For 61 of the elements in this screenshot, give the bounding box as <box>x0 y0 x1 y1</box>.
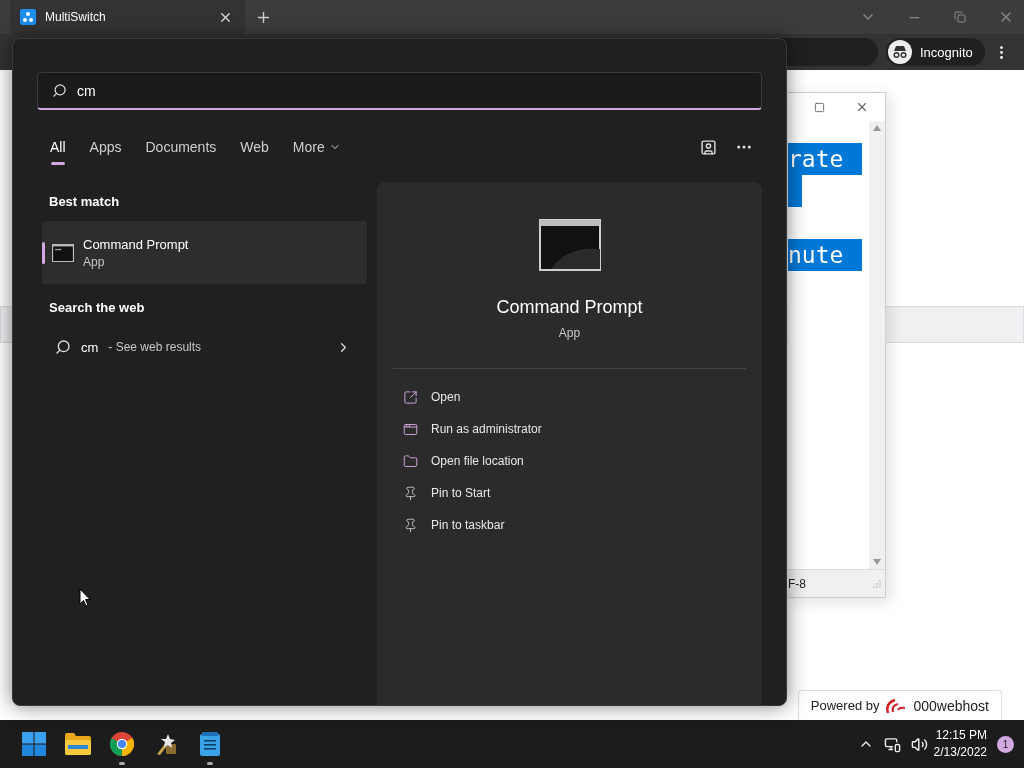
browser-icon[interactable] <box>110 732 134 756</box>
browser-tab[interactable]: MultiSwitch <box>10 0 245 34</box>
wand-icon[interactable] <box>154 732 178 756</box>
network-icon[interactable] <box>883 735 901 753</box>
filter-tab[interactable]: Web <box>228 131 281 163</box>
web-query: cm <box>81 339 99 355</box>
volume-icon[interactable] <box>910 735 928 753</box>
filter-tab[interactable]: More <box>280 131 353 163</box>
resize-grip-icon <box>873 579 881 588</box>
result-item[interactable]: Command Prompt App <box>42 221 367 284</box>
tab-title: MultiSwitch <box>45 10 107 24</box>
web-result-item[interactable]: cm - See web results <box>37 327 367 367</box>
search-field[interactable]: cm <box>77 82 747 99</box>
selected-text: nute <box>788 239 862 271</box>
folder-icon <box>403 453 418 469</box>
web-hint: - See web results <box>108 340 203 354</box>
action-item[interactable]: Pin to Start <box>403 477 491 509</box>
app-logo-icon <box>20 9 36 25</box>
maximize-icon[interactable] <box>814 101 825 113</box>
preview-type: App <box>558 326 581 340</box>
action-item[interactable]: Run as administrator <box>403 413 542 445</box>
time-label: 12:15 PM <box>935 727 987 744</box>
terminal-icon <box>52 243 74 262</box>
incognito-icon <box>888 40 912 64</box>
windows-logo-icon[interactable] <box>22 732 46 756</box>
section-heading: Best match <box>48 193 121 211</box>
open-external-icon <box>403 389 418 405</box>
section-heading: Search the web <box>48 299 146 317</box>
incognito-chip[interactable]: Incognito <box>886 38 985 66</box>
search-box[interactable]: cm <box>37 72 762 110</box>
notepad-icon[interactable] <box>200 732 220 756</box>
date-label: 2/13/2022 <box>933 744 987 761</box>
action-item[interactable]: Pin to taskbar <box>403 509 505 541</box>
pin-icon <box>403 485 418 501</box>
app-window-icon <box>403 421 418 437</box>
notification-badge[interactable]: 1 <box>997 735 1014 753</box>
encoding-label: F-8 <box>788 576 806 591</box>
action-item[interactable]: Open <box>403 381 461 413</box>
selection-highlight <box>788 175 802 207</box>
cursor-icon <box>79 588 91 607</box>
swirl-logo-icon <box>885 696 908 715</box>
result-name: Command Prompt <box>83 236 189 252</box>
selection-indicator <box>42 242 45 264</box>
search-icon <box>52 83 67 98</box>
clock[interactable]: 12:15 PM 2/13/2022 <box>933 727 987 761</box>
hosting-badge[interactable]: Powered by 000webhost <box>797 690 1002 720</box>
brand-name: 000webhost <box>913 697 989 714</box>
filter-tab[interactable]: All <box>38 131 78 163</box>
folder-icon[interactable] <box>65 733 91 755</box>
pin-icon <box>403 517 418 533</box>
terminal-icon <box>538 219 601 271</box>
search-icon <box>55 339 71 355</box>
result-type: App <box>83 254 106 269</box>
preview-title: Command Prompt <box>496 297 643 318</box>
selected-text: rate <box>788 143 862 175</box>
close-icon[interactable] <box>855 100 869 114</box>
filter-tab[interactable]: Apps <box>77 131 134 163</box>
filter-tab[interactable]: Documents <box>133 131 229 163</box>
powered-by-label: Powered by <box>810 698 880 713</box>
action-item[interactable]: Open file location <box>403 445 524 477</box>
account-icon[interactable] <box>699 138 717 156</box>
